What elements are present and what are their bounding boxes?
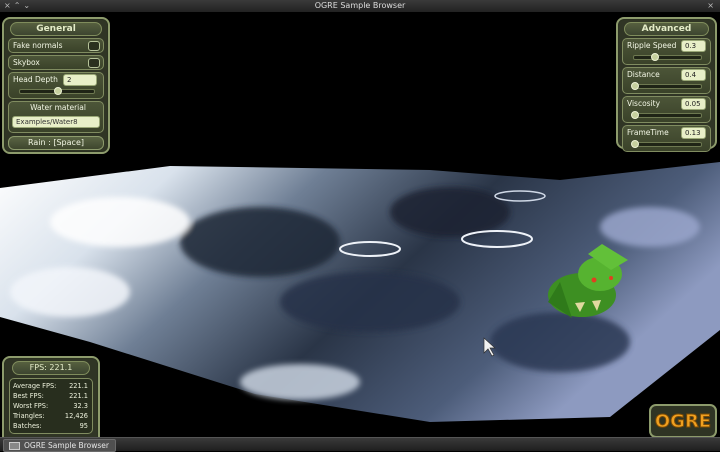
viscosity-slider[interactable]: Viscosity 0.05: [622, 96, 711, 123]
window-title: OGRE Sample Browser: [314, 1, 406, 10]
distance-track[interactable]: [631, 82, 702, 90]
stat-batches-value: 95: [79, 422, 88, 430]
stat-worst: Worst FPS: 32.3: [13, 401, 89, 411]
fake-normals-label: Fake normals: [13, 41, 63, 50]
distance-knob[interactable]: [631, 82, 639, 90]
general-panel: General Fake normals Skybox Head Depth 2…: [2, 17, 110, 154]
stat-worst-label: Worst FPS:: [13, 402, 49, 410]
stat-best: Best FPS: 221.1: [13, 391, 89, 401]
stat-best-value: 221.1: [69, 392, 88, 400]
skybox-label: Skybox: [13, 58, 40, 67]
advanced-panel: Advanced Ripple Speed 0.3 Distance 0.4 V…: [616, 17, 717, 152]
stats-details: Average FPS: 221.1 Best FPS: 221.1 Worst F…: [9, 378, 93, 434]
ripple-speed-label: Ripple Speed: [627, 41, 677, 50]
advanced-panel-title: Advanced: [624, 22, 709, 36]
distance-slider[interactable]: Distance 0.4: [622, 67, 711, 94]
stat-triangles: Triangles: 12,426: [13, 411, 89, 421]
fake-normals-check-icon[interactable]: [88, 41, 100, 51]
stat-triangles-value: 12,426: [64, 412, 88, 420]
rain-button[interactable]: Rain : [Space]: [8, 136, 104, 150]
svg-text:OGRE: OGRE: [655, 411, 711, 432]
head-depth-value: 2: [63, 74, 97, 86]
window-close-icon[interactable]: ×: [707, 0, 714, 12]
frame-time-slider[interactable]: FrameTime 0.13: [622, 125, 711, 152]
water-material-label: Water material: [30, 103, 86, 112]
distance-label: Distance: [627, 70, 660, 79]
water-material-value[interactable]: Examples/Water8: [12, 116, 100, 128]
stat-average-value: 221.1: [69, 382, 88, 390]
stat-batches-label: Batches:: [13, 422, 42, 430]
window-controls[interactable]: ×⌃⌄: [4, 0, 33, 12]
taskbar-window-label: OGRE Sample Browser: [24, 441, 109, 450]
viscosity-knob[interactable]: [631, 111, 639, 119]
window-icon: [9, 442, 20, 450]
ogre-logo-icon: OGRE: [654, 411, 711, 433]
skybox-check-icon[interactable]: [88, 58, 100, 68]
ripple-speed-slider[interactable]: Ripple Speed 0.3: [622, 38, 711, 65]
stat-batches: Batches: 95: [13, 421, 89, 431]
fps-readout: FPS: 221.1: [12, 361, 90, 375]
viscosity-label: Viscosity: [627, 99, 661, 108]
taskbar: OGRE Sample Browser: [0, 437, 720, 452]
render-viewport[interactable]: General Fake normals Skybox Head Depth 2…: [0, 12, 720, 437]
frame-time-label: FrameTime: [627, 128, 669, 137]
distance-value: 0.4: [681, 69, 706, 81]
ripple-speed-knob[interactable]: [651, 53, 660, 61]
head-depth-track[interactable]: [19, 87, 95, 95]
ripple-speed-value: 0.3: [681, 40, 706, 52]
stats-panel: FPS: 221.1 Average FPS: 221.1 Best FPS: 22…: [2, 356, 100, 437]
frame-time-value: 0.13: [681, 127, 706, 139]
skybox-checkbox[interactable]: Skybox: [8, 55, 104, 70]
fake-normals-checkbox[interactable]: Fake normals: [8, 38, 104, 53]
ogre-logo: OGRE: [649, 404, 717, 437]
viscosity-value: 0.05: [681, 98, 706, 110]
stat-worst-value: 32.3: [73, 402, 88, 410]
ripple-speed-track[interactable]: [633, 53, 702, 61]
stat-average: Average FPS: 221.1: [13, 381, 89, 391]
taskbar-window-item[interactable]: OGRE Sample Browser: [3, 439, 116, 452]
head-depth-knob[interactable]: [54, 87, 62, 95]
general-panel-title: General: [10, 22, 102, 36]
frame-time-track[interactable]: [631, 140, 702, 148]
stat-average-label: Average FPS:: [13, 382, 57, 390]
stat-best-label: Best FPS:: [13, 392, 44, 400]
head-depth-slider[interactable]: Head Depth 2: [8, 72, 104, 99]
head-depth-label: Head Depth: [13, 75, 58, 84]
frame-time-knob[interactable]: [631, 140, 639, 148]
window-titlebar: ×⌃⌄ OGRE Sample Browser ×: [0, 0, 720, 12]
water-material-select[interactable]: Water material Examples/Water8: [8, 101, 104, 133]
stat-triangles-label: Triangles:: [13, 412, 45, 420]
viscosity-track[interactable]: [631, 111, 702, 119]
